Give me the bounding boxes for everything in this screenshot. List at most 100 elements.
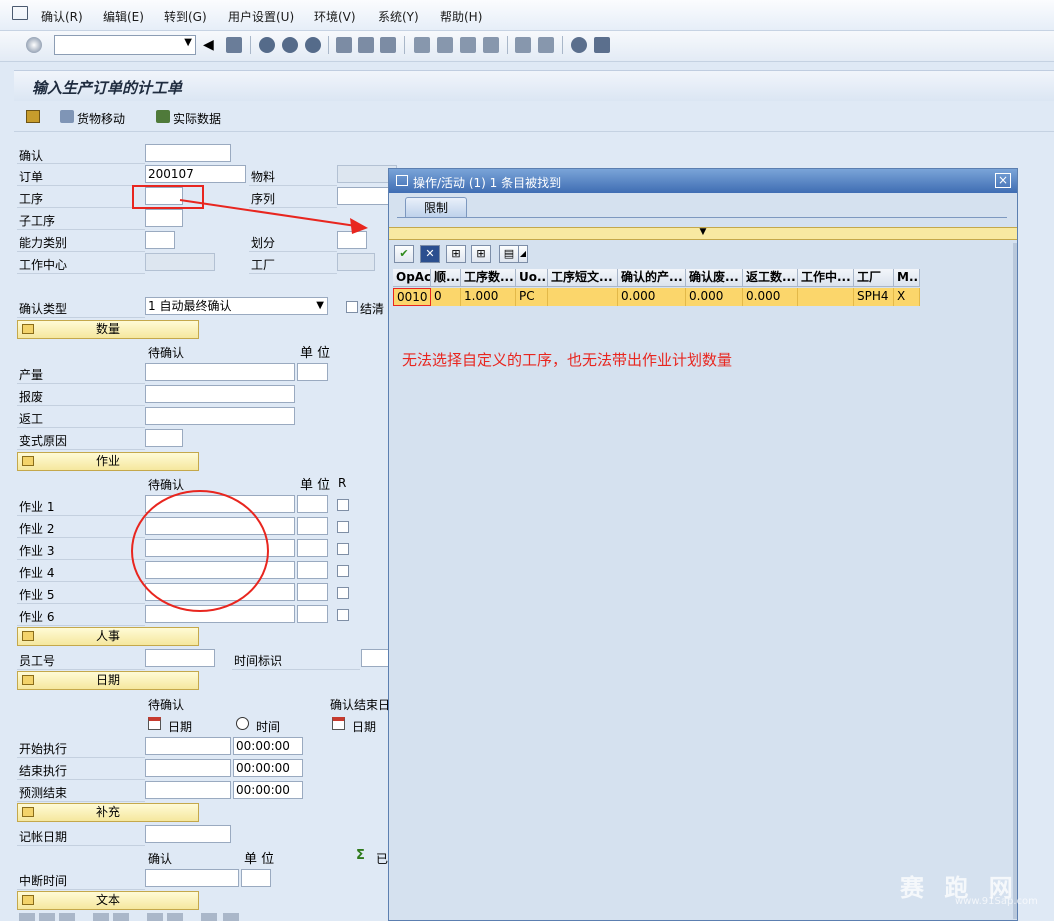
shortcut-icon[interactable]: [538, 37, 554, 53]
chevron-down-icon[interactable]: ▼: [184, 37, 192, 48]
save-icon[interactable]: [226, 37, 242, 53]
grid-column-header[interactable]: 工厂: [854, 269, 894, 287]
grid-cell[interactable]: 0.000: [743, 288, 798, 306]
activity-unit-field[interactable]: [297, 583, 328, 601]
yield-field[interactable]: [145, 363, 295, 381]
grid-cell[interactable]: PC: [516, 288, 548, 306]
grid-cell[interactable]: 0.000: [686, 288, 743, 306]
cancel-x-icon[interactable]: ✕: [420, 245, 440, 263]
posting-date-field[interactable]: [145, 825, 231, 843]
redo-icon[interactable]: [113, 913, 129, 921]
enter-icon[interactable]: [26, 37, 42, 53]
next-page-icon[interactable]: [460, 37, 476, 53]
undo-icon[interactable]: [93, 913, 109, 921]
exit-icon[interactable]: [282, 37, 298, 53]
activity-final-checkbox[interactable]: [337, 609, 349, 621]
activity-final-checkbox[interactable]: [337, 565, 349, 577]
grid-column-header[interactable]: M...: [894, 269, 920, 287]
cut-icon[interactable]: [19, 913, 35, 921]
personnel-section-button[interactable]: 人事: [17, 627, 199, 646]
grid-column-header[interactable]: 工序短文...: [548, 269, 618, 287]
activity-unit-field[interactable]: [297, 605, 328, 623]
grid-cell[interactable]: X: [894, 288, 920, 306]
date-field[interactable]: [145, 781, 231, 799]
print-icon[interactable]: ▤: [499, 245, 519, 263]
capacity-category-field[interactable]: [145, 231, 175, 249]
activity-final-checkbox[interactable]: [337, 521, 349, 533]
accept-icon[interactable]: ✔: [394, 245, 414, 263]
grid-cell[interactable]: 0010: [393, 288, 431, 306]
close-icon[interactable]: ×: [995, 173, 1011, 188]
upload-icon[interactable]: [201, 913, 217, 921]
employee-field[interactable]: [145, 649, 215, 667]
find-icon[interactable]: [358, 37, 374, 53]
dropdown-arrow-icon[interactable]: ◢: [518, 245, 528, 263]
layout-menu-icon[interactable]: [594, 37, 610, 53]
confirm-type-select[interactable]: 1 自动最终确认 ▼: [145, 297, 328, 315]
last-page-icon[interactable]: [483, 37, 499, 53]
find-icon[interactable]: ⊞: [446, 245, 466, 263]
find-next-icon[interactable]: [167, 913, 183, 921]
collapse-bar[interactable]: ▼: [389, 227, 1017, 240]
activity-final-checkbox[interactable]: [337, 499, 349, 511]
date-field[interactable]: [145, 737, 231, 755]
find-icon[interactable]: [147, 913, 163, 921]
new-session-icon[interactable]: [515, 37, 531, 53]
chevron-down-icon[interactable]: ▼: [316, 298, 324, 314]
activity-final-checkbox[interactable]: [337, 543, 349, 555]
rework-field[interactable]: [145, 407, 295, 425]
grid-column-header[interactable]: 顺...: [431, 269, 461, 287]
help-icon[interactable]: [571, 37, 587, 53]
menu-icon[interactable]: [12, 6, 28, 20]
paste-icon[interactable]: [59, 913, 75, 921]
time-id-field[interactable]: [361, 649, 389, 667]
grid-column-header[interactable]: 确认的产...: [618, 269, 686, 287]
time-field[interactable]: 00:00:00: [233, 759, 303, 777]
menu-environment[interactable]: 环境(V): [314, 8, 356, 25]
copy-icon[interactable]: [39, 913, 55, 921]
find-next-icon[interactable]: [380, 37, 396, 53]
time-field[interactable]: 00:00:00: [233, 737, 303, 755]
cancel-icon[interactable]: [305, 37, 321, 53]
break-unit-field[interactable]: [241, 869, 271, 887]
activity-section-button[interactable]: 作业: [17, 452, 199, 471]
grid-column-header[interactable]: 确认废...: [686, 269, 743, 287]
command-field[interactable]: ▼: [54, 35, 196, 55]
supplement-section-button[interactable]: 补充: [17, 803, 199, 822]
activity-unit-field[interactable]: [297, 539, 328, 557]
menu-user-settings[interactable]: 用户设置(U): [228, 8, 294, 25]
grid-column-header[interactable]: OpAc: [393, 269, 431, 287]
prev-page-icon[interactable]: [437, 37, 453, 53]
back-icon[interactable]: [259, 37, 275, 53]
dates-section-button[interactable]: 日期: [17, 671, 199, 690]
find-next-icon[interactable]: ⊞: [471, 245, 491, 263]
menu-goto[interactable]: 转到(G): [164, 8, 207, 25]
activity-unit-field[interactable]: [297, 517, 328, 535]
grid-cell[interactable]: 0: [431, 288, 461, 306]
first-page-icon[interactable]: [414, 37, 430, 53]
grid-cell[interactable]: 1.000: [461, 288, 516, 306]
grid-cell[interactable]: [798, 288, 854, 306]
grid-cell[interactable]: SPH4: [854, 288, 894, 306]
tab-restrictions[interactable]: 限制: [405, 197, 467, 218]
scrap-field[interactable]: [145, 385, 295, 403]
break-time-field[interactable]: [145, 869, 239, 887]
menu-help[interactable]: 帮助(H): [440, 8, 482, 25]
activity-final-checkbox[interactable]: [337, 587, 349, 599]
menu-confirm[interactable]: 确认(R): [41, 8, 83, 25]
text-section-button[interactable]: 文本: [17, 891, 199, 910]
grid-column-header[interactable]: Uo...: [516, 269, 548, 287]
yield-unit-field[interactable]: [297, 363, 328, 381]
date-field[interactable]: [145, 759, 231, 777]
grid-column-header[interactable]: 返工数...: [743, 269, 798, 287]
grid-cell[interactable]: [548, 288, 618, 306]
confirmation-field[interactable]: [145, 144, 231, 162]
menu-system[interactable]: 系统(Y): [378, 8, 419, 25]
quantity-section-button[interactable]: 数量: [17, 320, 199, 339]
grid-cell[interactable]: 0.000: [618, 288, 686, 306]
print-icon[interactable]: [336, 37, 352, 53]
clear-checkbox[interactable]: [346, 301, 358, 313]
time-field[interactable]: 00:00:00: [233, 781, 303, 799]
menu-edit[interactable]: 编辑(E): [103, 8, 144, 25]
back-arrow-icon[interactable]: ◀: [203, 37, 219, 53]
